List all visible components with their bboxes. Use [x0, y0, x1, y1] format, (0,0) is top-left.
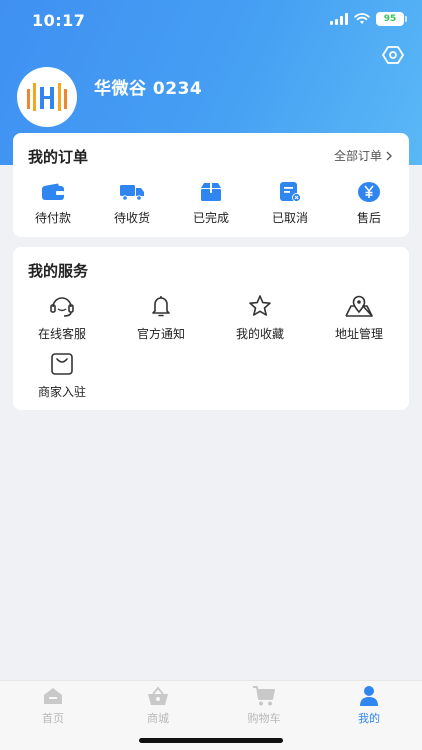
service-label: 商家入驻 — [37, 385, 86, 399]
headset-icon — [47, 293, 77, 319]
tab-mall[interactable]: 商城 — [128, 685, 188, 726]
service-online-support[interactable]: 在线客服 — [14, 293, 110, 342]
tab-label: 首页 — [42, 712, 64, 725]
order-completed[interactable]: 已完成 — [171, 181, 251, 226]
service-favorites[interactable]: 我的收藏 — [212, 293, 308, 342]
service-label: 我的收藏 — [235, 327, 284, 341]
all-orders-link[interactable]: 全部订单 — [334, 147, 393, 164]
status-bar: 10:17 95 — [0, 0, 422, 44]
service-label: 官方通知 — [136, 327, 185, 341]
home-indicator — [139, 738, 283, 743]
order-after-sales[interactable]: 售后 — [329, 181, 409, 226]
user-icon — [357, 685, 381, 707]
tab-label: 购物车 — [247, 712, 281, 725]
order-label: 售后 — [356, 211, 381, 225]
star-icon — [245, 293, 275, 319]
home-icon — [41, 685, 65, 707]
services-title: 我的服务 — [28, 262, 89, 280]
orders-title: 我的订单 — [28, 148, 89, 166]
tab-home[interactable]: 首页 — [23, 685, 83, 726]
bell-icon — [146, 293, 176, 319]
tab-label: 商城 — [147, 712, 169, 725]
status-icons: 95 — [330, 12, 407, 26]
order-pending-payment[interactable]: 待付款 — [13, 181, 93, 226]
order-label: 待付款 — [34, 211, 71, 225]
order-label: 已完成 — [192, 211, 229, 225]
tab-mine[interactable]: 我的 — [339, 685, 399, 726]
services-card: 我的服务 在线客服 官方通知 我的收藏 地址管理 商家入驻 — [13, 247, 409, 410]
battery-level: 95 — [383, 14, 397, 24]
service-label: 地址管理 — [334, 327, 383, 341]
chevron-right-icon — [386, 151, 392, 160]
service-label: 在线客服 — [37, 327, 86, 341]
battery-icon: 95 — [376, 12, 407, 26]
username[interactable]: 华微谷 0234 — [94, 74, 202, 99]
settings-icon[interactable] — [382, 44, 404, 66]
order-label: 待收货 — [113, 211, 150, 225]
orders-card: 我的订单 全部订单 待付款 待收货 已完成 已取消 售后 — [13, 133, 409, 237]
signal-icon — [330, 13, 348, 25]
cart-icon — [252, 685, 276, 707]
wallet-icon — [40, 181, 66, 203]
tab-cart[interactable]: 购物车 — [234, 685, 294, 726]
location-map-icon — [344, 293, 374, 319]
service-address[interactable]: 地址管理 — [311, 293, 407, 342]
truck-icon — [119, 181, 145, 203]
order-label: 已取消 — [271, 211, 308, 225]
order-pending-receipt[interactable]: 待收货 — [92, 181, 172, 226]
cancelled-doc-icon — [277, 181, 303, 203]
yen-icon — [356, 181, 382, 203]
shopping-bag-icon — [47, 351, 77, 377]
all-orders-label: 全部订单 — [333, 149, 382, 163]
box-icon — [198, 181, 224, 203]
service-merchant-join[interactable]: 商家入驻 — [14, 351, 110, 400]
service-official-notice[interactable]: 官方通知 — [113, 293, 209, 342]
basket-icon — [146, 685, 170, 707]
brand-logo-icon — [27, 83, 67, 111]
wifi-icon — [354, 13, 370, 24]
tab-label: 我的 — [358, 712, 380, 725]
avatar[interactable] — [17, 67, 77, 127]
status-time: 10:17 — [32, 11, 86, 30]
order-cancelled[interactable]: 已取消 — [250, 181, 330, 226]
